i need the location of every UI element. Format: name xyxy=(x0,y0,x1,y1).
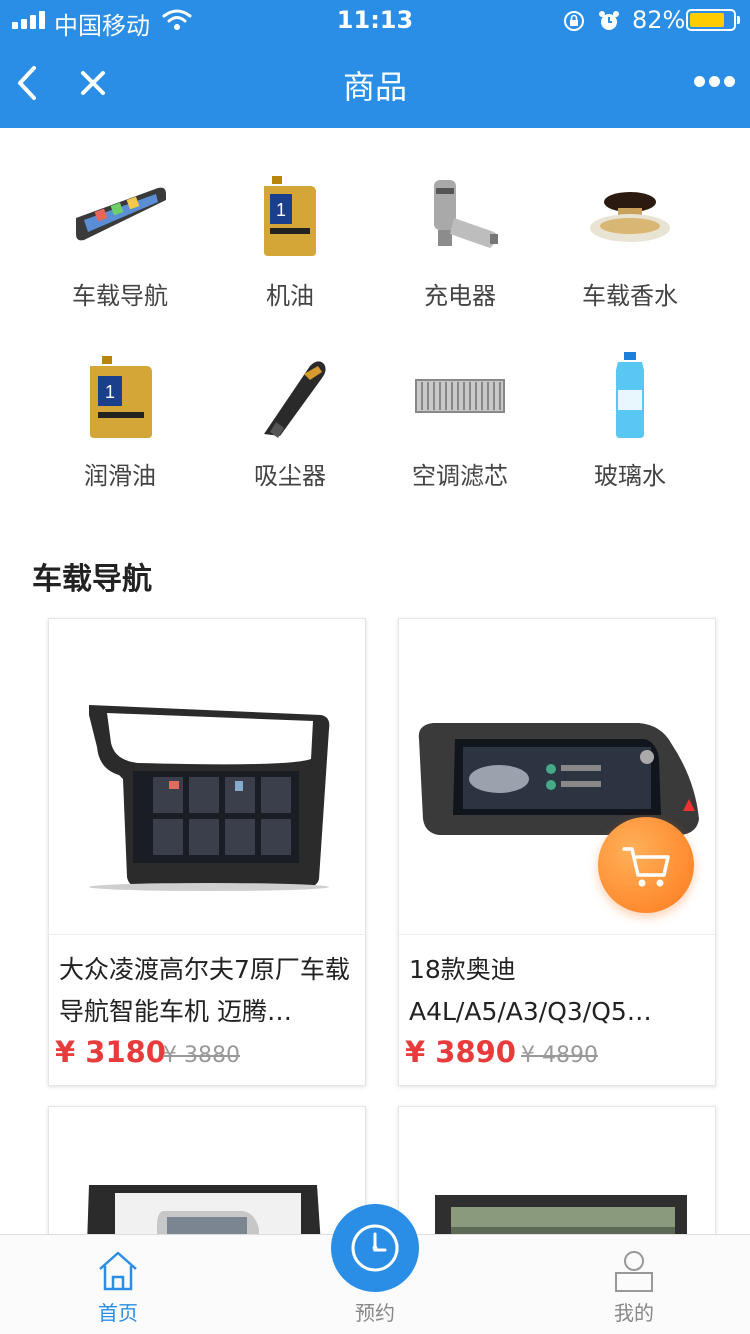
category-washer-fluid[interactable]: 玻璃水 xyxy=(545,340,715,500)
alarm-icon xyxy=(599,11,619,30)
vacuum-cleaner-icon xyxy=(264,361,326,438)
top-bar: 中国移动 11:13 82% 商品 xyxy=(0,0,750,128)
product-original-price: ¥ 3880 xyxy=(163,1043,240,1068)
battery-level xyxy=(690,13,724,27)
category-car-navigation[interactable]: 车载导航 xyxy=(35,160,205,320)
svg-text:1: 1 xyxy=(105,382,115,402)
washer-fluid-icon xyxy=(616,352,644,438)
svg-text:1: 1 xyxy=(276,200,286,220)
user-icon xyxy=(615,1251,653,1292)
category-grid: 车载导航 1 机油 充电器 车载香水 1 润滑油 吸尘器 空调滤芯 玻璃水 xyxy=(0,160,750,520)
car-navigation-icon xyxy=(76,187,166,241)
category-label: 车载香水 xyxy=(582,282,678,310)
section-title: 车载导航 xyxy=(32,562,152,597)
category-vacuum-cleaner[interactable]: 吸尘器 xyxy=(205,340,375,500)
clock-icon xyxy=(351,1224,399,1272)
category-label: 玻璃水 xyxy=(594,462,666,490)
more-menu-icon[interactable] xyxy=(688,68,740,96)
product-name: 大众凌渡高尔夫7原厂车载导航智能车机 迈腾… xyxy=(59,955,350,1026)
product-original-price: ¥ 4890 xyxy=(521,1043,598,1068)
battery-percent: 82% xyxy=(632,6,686,34)
category-car-perfume[interactable]: 车载香水 xyxy=(545,160,715,320)
category-engine-oil[interactable]: 1 机油 xyxy=(205,160,375,320)
tab-home[interactable]: 首页 xyxy=(38,1235,198,1334)
home-icon xyxy=(99,1251,137,1291)
category-label: 润滑油 xyxy=(84,462,156,490)
lubricant-icon: 1 xyxy=(90,356,152,438)
rotation-lock-icon xyxy=(564,11,584,31)
car-perfume-icon xyxy=(590,192,670,242)
category-label: 充电器 xyxy=(424,282,496,310)
product-name: 18款奥迪A4L/A5/A3/Q3/Q5… xyxy=(409,955,652,1026)
tab-mine-label: 我的 xyxy=(614,1301,654,1325)
add-to-cart-button[interactable] xyxy=(598,817,694,913)
page-title: 商品 xyxy=(342,68,407,106)
shopping-cart-icon xyxy=(622,847,670,887)
product-image xyxy=(49,619,365,935)
category-lubricant[interactable]: 1 润滑油 xyxy=(35,340,205,500)
product-card[interactable]: 大众凌渡高尔夫7原厂车载导航智能车机 迈腾… ¥ 3180 ¥ 3880 xyxy=(48,618,366,1086)
product-price: ¥ 3890 xyxy=(405,1035,516,1069)
category-label: 吸尘器 xyxy=(254,462,326,490)
product-price: ¥ 3180 xyxy=(55,1035,166,1069)
category-ac-filter[interactable]: 空调滤芯 xyxy=(375,340,545,500)
tab-booking-label: 预约 xyxy=(355,1301,395,1325)
category-label: 空调滤芯 xyxy=(412,462,508,490)
category-car-charger[interactable]: 充电器 xyxy=(375,160,545,320)
tab-mine[interactable]: 我的 xyxy=(554,1235,714,1334)
booking-center-button[interactable] xyxy=(331,1204,419,1292)
battery-icon xyxy=(686,9,740,31)
tab-home-label: 首页 xyxy=(98,1301,138,1325)
category-label: 车载导航 xyxy=(72,282,168,310)
engine-oil-icon: 1 xyxy=(264,176,316,256)
ac-filter-icon xyxy=(415,379,505,413)
category-label: 机油 xyxy=(266,282,314,310)
status-bar: 中国移动 11:13 82% xyxy=(0,0,750,40)
car-charger-icon xyxy=(434,180,498,248)
nav-bar: 商品 xyxy=(0,40,750,128)
